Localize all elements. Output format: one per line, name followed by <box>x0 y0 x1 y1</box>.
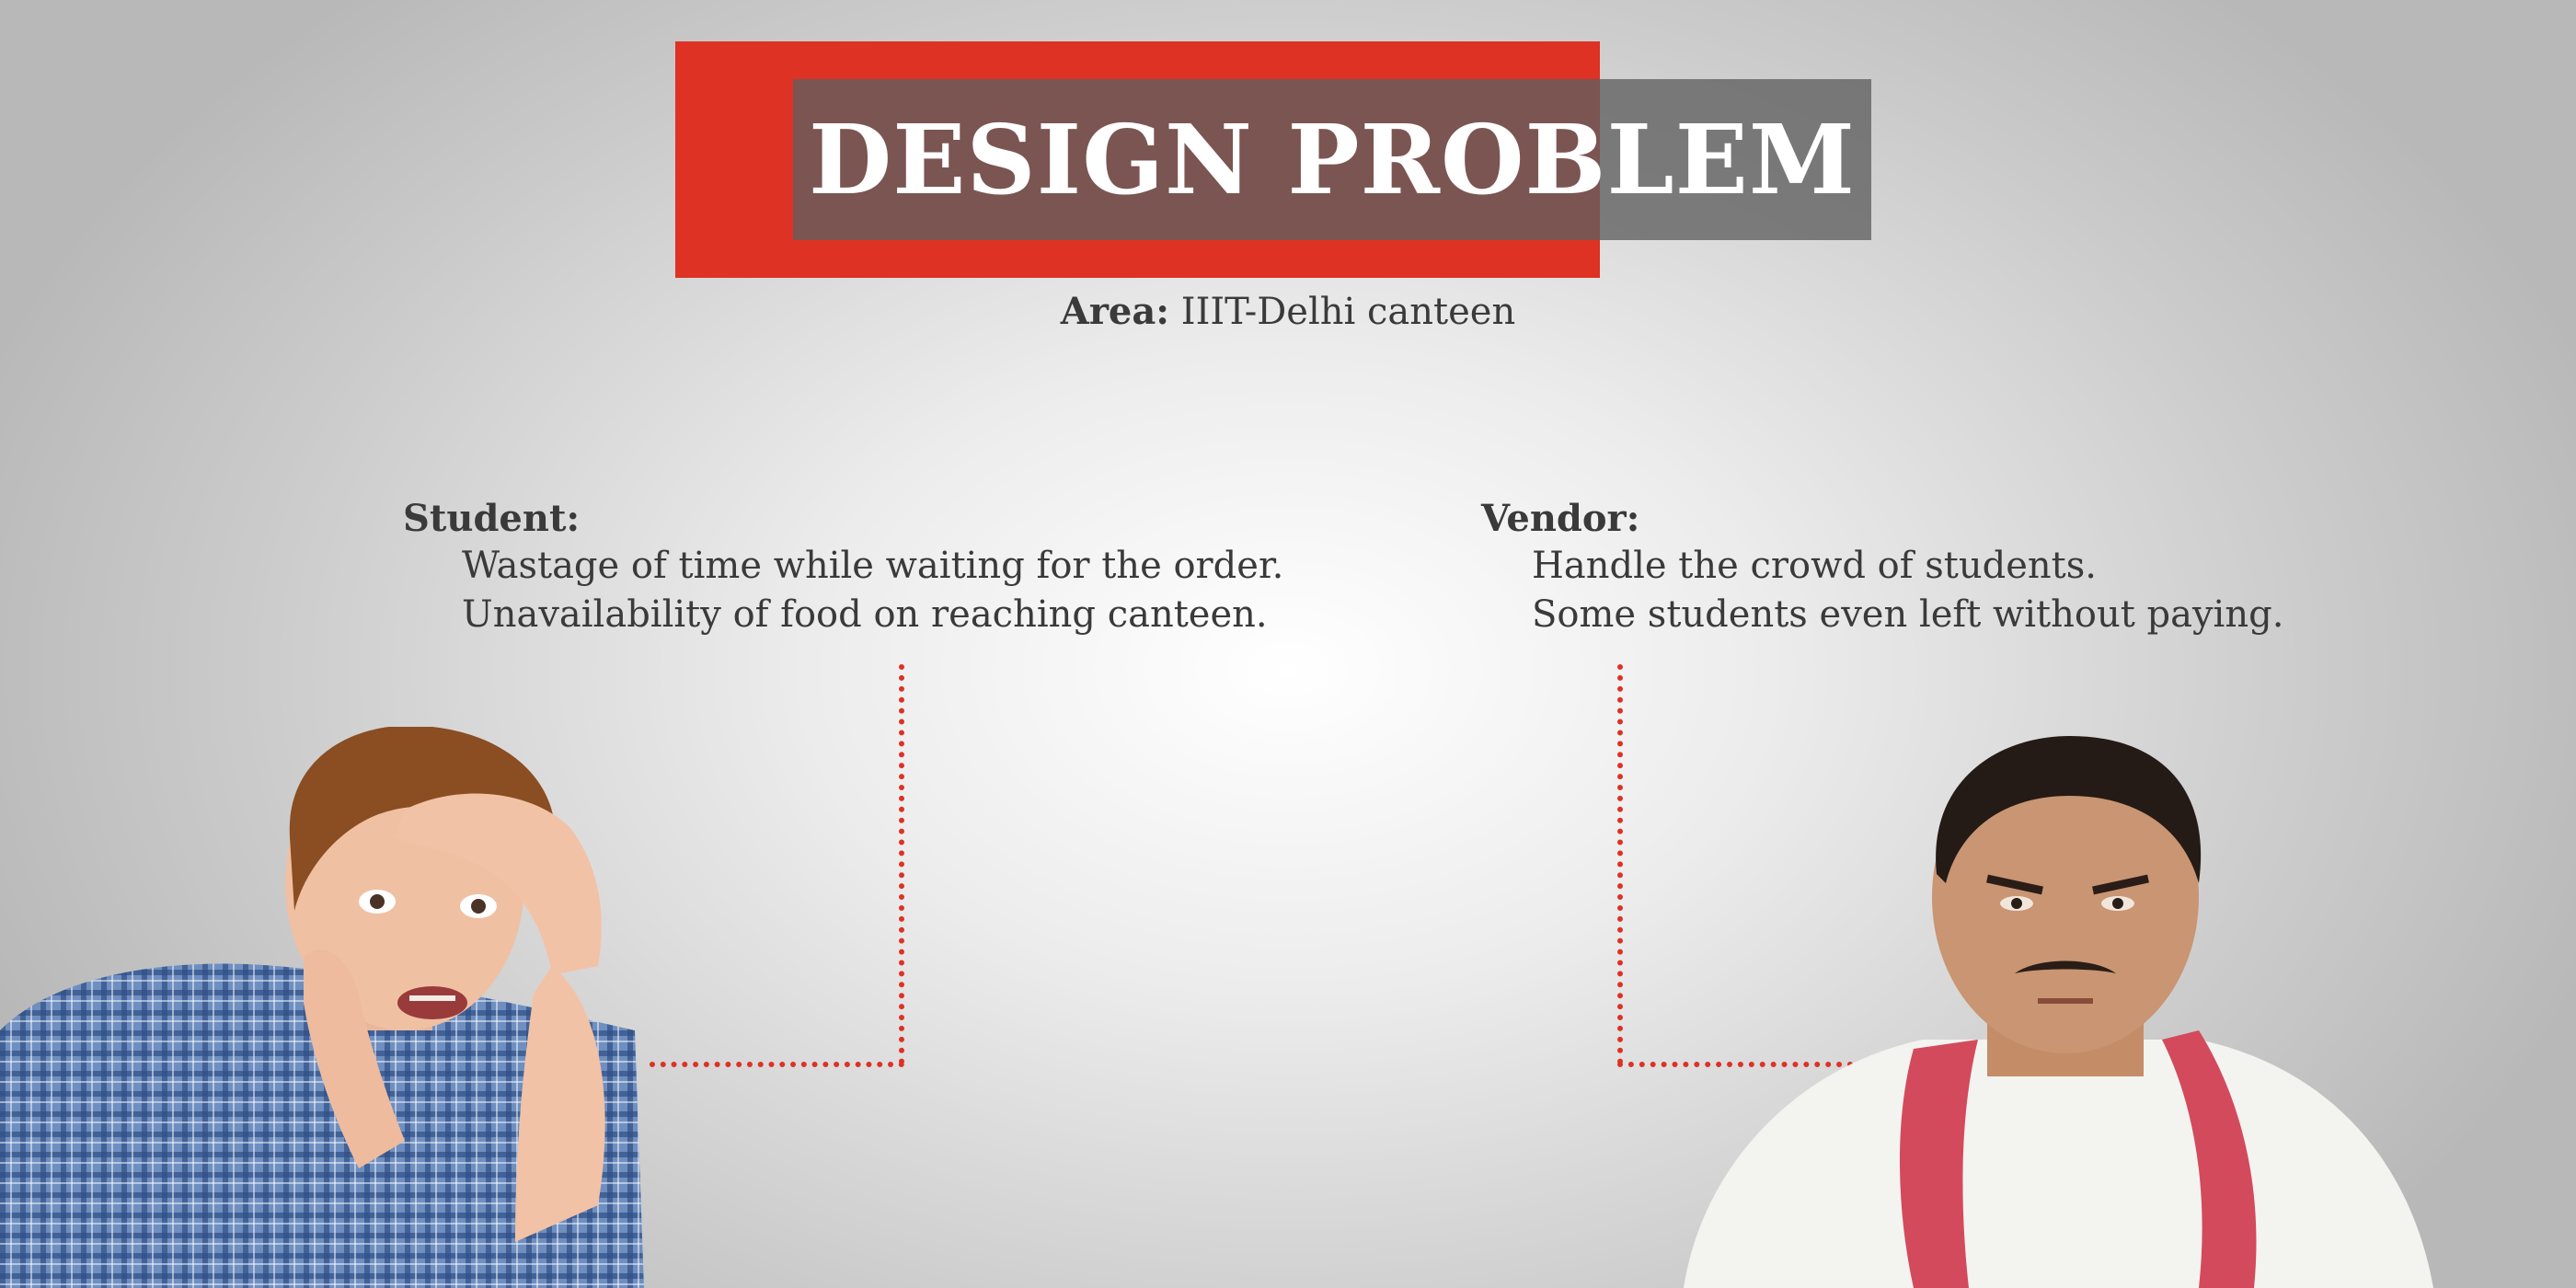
area-line: Area: IIIT-Delhi canteen <box>0 290 2576 333</box>
page-title: DESIGN PROBLEM <box>809 103 1856 216</box>
vendor-connector-vertical <box>1617 664 1623 1064</box>
vendor-point-1: Handle the crowd of students. <box>1532 545 2097 587</box>
vendor-heading: Vendor: <box>1481 497 1640 540</box>
area-label: Area: <box>1060 290 1170 333</box>
student-photo <box>0 727 644 1288</box>
student-point-1: Wastage of time while waiting for the or… <box>462 545 1284 587</box>
area-value: IIIT-Delhi canteen <box>1180 291 1516 333</box>
vendor-photo <box>1684 736 2433 1288</box>
student-connector-vertical <box>899 664 904 1064</box>
student-connector-horizontal <box>650 1062 904 1067</box>
student-point-2: Unavailability of food on reaching cante… <box>462 593 1268 636</box>
vendor-point-2: Some students even left without paying. <box>1532 593 2284 636</box>
student-heading: Student: <box>403 497 581 540</box>
